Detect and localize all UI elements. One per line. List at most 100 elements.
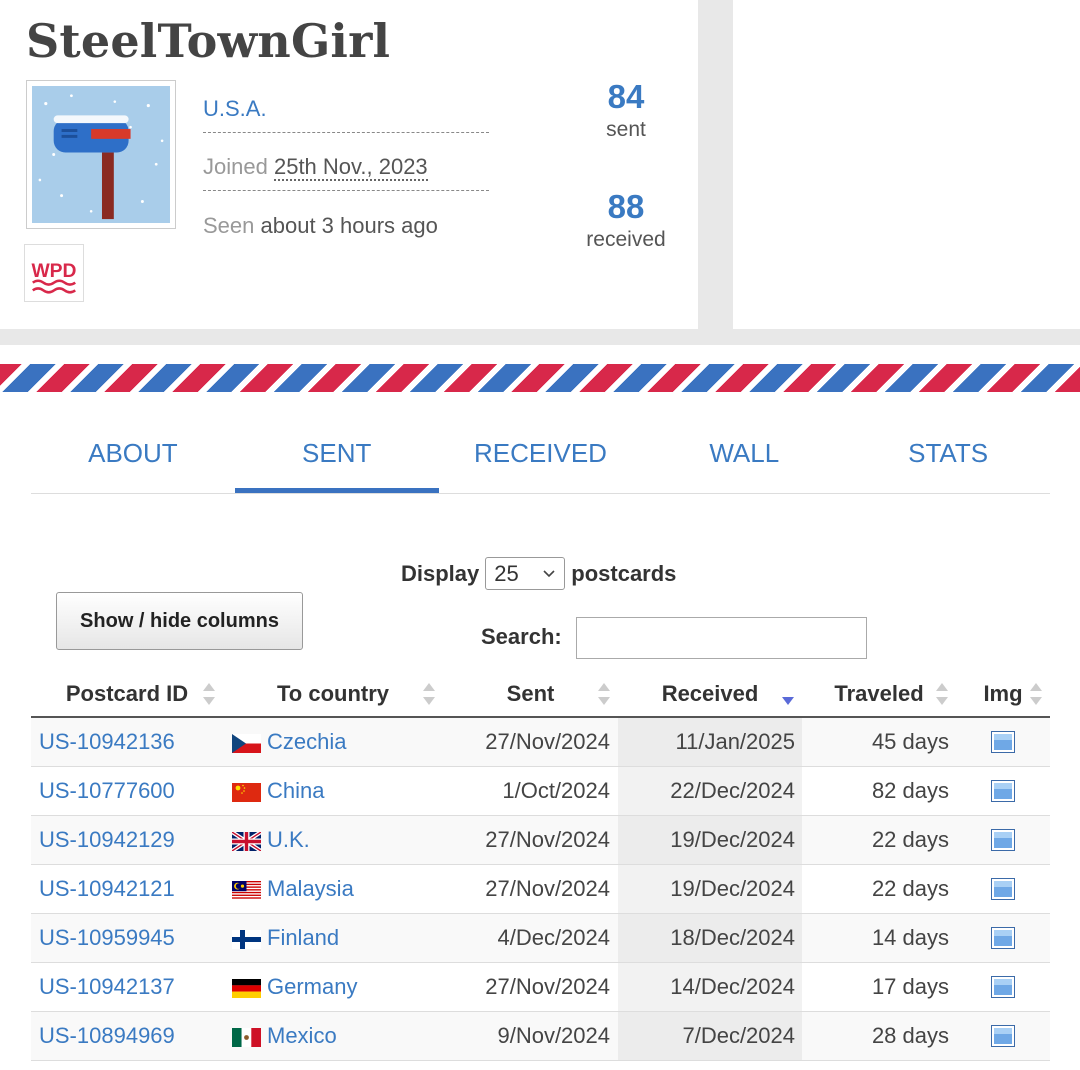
received-date: 19/Dec/2024 bbox=[618, 816, 802, 864]
table-row: US-10942129 U.K. 27/Nov/2024 19/Dec/2024 22 … bbox=[31, 816, 1050, 865]
received-count: 88 bbox=[607, 188, 645, 225]
country-link[interactable]: China bbox=[223, 767, 443, 815]
country-row: U.S.A. bbox=[203, 96, 489, 133]
country-link[interactable]: U.K. bbox=[223, 816, 443, 864]
table-row: US-10959945 Finland 4/Dec/2024 18/Dec/2024 1… bbox=[31, 914, 1050, 963]
tab-stats[interactable]: STATS bbox=[846, 414, 1050, 493]
side-card bbox=[733, 0, 1080, 329]
page-title: SteelTownGirl bbox=[26, 14, 391, 68]
tab-received[interactable]: RECEIVED bbox=[439, 414, 643, 493]
table-row: US-10942121 Malaysia 27/Nov/2024 19/Dec/202… bbox=[31, 865, 1050, 914]
country-link[interactable]: Malaysia bbox=[223, 865, 443, 913]
sent-label: sent bbox=[606, 118, 646, 141]
image-cell bbox=[956, 914, 1050, 962]
seen-label: Seen bbox=[203, 213, 255, 238]
profile-tabs: ABOUT SENT RECEIVED WALL STATS bbox=[31, 414, 1050, 494]
seen-row: Seen about 3 hours ago bbox=[203, 213, 489, 239]
fi-flag-icon bbox=[232, 929, 261, 949]
sent-stat[interactable]: 84 sent bbox=[566, 78, 686, 142]
postcard-id-link[interactable]: US-10942121 bbox=[31, 865, 223, 913]
image-cell bbox=[956, 963, 1050, 1011]
image-thumbnail-icon[interactable] bbox=[991, 927, 1015, 949]
image-cell bbox=[956, 865, 1050, 913]
search-input[interactable] bbox=[576, 617, 867, 659]
column-header-to-country[interactable]: To country bbox=[223, 672, 443, 716]
table-body: US-10942136 Czechia 27/Nov/2024 11/Jan/2025… bbox=[31, 718, 1050, 1061]
received-date: 19/Dec/2024 bbox=[618, 865, 802, 913]
image-cell bbox=[956, 816, 1050, 864]
postcards-table: Postcard ID To country Sent Received Tra… bbox=[31, 672, 1050, 1061]
image-cell bbox=[956, 1012, 1050, 1060]
country-link[interactable]: Czechia bbox=[223, 718, 443, 766]
wpd-badge-icon[interactable]: WPD bbox=[24, 244, 84, 302]
postcard-id-link[interactable]: US-10959945 bbox=[31, 914, 223, 962]
my-flag-icon bbox=[232, 880, 261, 900]
country-link[interactable]: U.S.A. bbox=[203, 96, 267, 121]
traveled-days: 82 days bbox=[871, 778, 949, 803]
display-count-select[interactable]: 25 bbox=[485, 557, 566, 590]
joined-label: Joined bbox=[203, 154, 268, 179]
postcard-id-link[interactable]: US-10942137 bbox=[31, 963, 223, 1011]
joined-row: Joined 25th Nov., 2023 bbox=[203, 154, 489, 191]
traveled-days: 22 days bbox=[871, 827, 949, 852]
image-thumbnail-icon[interactable] bbox=[991, 976, 1015, 998]
postcard-id-link[interactable]: US-10942136 bbox=[31, 718, 223, 766]
column-header-postcard-id[interactable]: Postcard ID bbox=[31, 672, 223, 716]
column-header-received[interactable]: Received bbox=[618, 672, 802, 716]
image-thumbnail-icon[interactable] bbox=[991, 731, 1015, 753]
sort-icon bbox=[598, 683, 610, 705]
sent-date: 27/Nov/2024 bbox=[485, 827, 610, 852]
sort-icon bbox=[936, 683, 948, 705]
postcard-id-link[interactable]: US-10777600 bbox=[31, 767, 223, 815]
tab-about[interactable]: ABOUT bbox=[31, 414, 235, 493]
image-thumbnail-icon[interactable] bbox=[991, 829, 1015, 851]
table-row: US-10942137 Germany 27/Nov/2024 14/Dec/2024… bbox=[31, 963, 1050, 1012]
country-link[interactable]: Mexico bbox=[223, 1012, 443, 1060]
cn-flag-icon bbox=[232, 782, 261, 802]
received-date: 7/Dec/2024 bbox=[618, 1012, 802, 1060]
sent-date: 27/Nov/2024 bbox=[485, 876, 610, 901]
table-row: US-10777600 China 1/Oct/2024 22/Dec/2024 82 … bbox=[31, 767, 1050, 816]
received-date: 14/Dec/2024 bbox=[618, 963, 802, 1011]
display-count-value: 25 bbox=[494, 560, 519, 586]
postcard-id-link[interactable]: US-10894969 bbox=[31, 1012, 223, 1060]
received-date: 18/Dec/2024 bbox=[618, 914, 802, 962]
sent-date: 27/Nov/2024 bbox=[485, 974, 610, 999]
sort-icon bbox=[423, 683, 435, 705]
country-link[interactable]: Germany bbox=[223, 963, 443, 1011]
de-flag-icon bbox=[232, 978, 261, 998]
mailbox-snow-avatar-icon bbox=[32, 86, 170, 223]
avatar[interactable] bbox=[26, 80, 176, 229]
sort-icon bbox=[1030, 683, 1042, 705]
column-header-img[interactable]: Img bbox=[956, 672, 1050, 716]
profile-card: SteelTownGirl WPD U.S.A. Joined 25th Nov… bbox=[0, 0, 698, 329]
table-row: US-10894969 Mexico 9/Nov/2024 7/Dec/2024 28 … bbox=[31, 1012, 1050, 1061]
column-header-traveled[interactable]: Traveled bbox=[802, 672, 956, 716]
tab-wall[interactable]: WALL bbox=[642, 414, 846, 493]
traveled-days: 28 days bbox=[871, 1023, 949, 1048]
received-stat[interactable]: 88 received bbox=[566, 188, 686, 252]
traveled-days: 22 days bbox=[871, 876, 949, 901]
postcard-id-link[interactable]: US-10942129 bbox=[31, 816, 223, 864]
received-date: 11/Jan/2025 bbox=[618, 718, 802, 766]
seen-value: about 3 hours ago bbox=[260, 213, 438, 238]
sent-date: 9/Nov/2024 bbox=[497, 1023, 610, 1048]
profile-header: SteelTownGirl WPD U.S.A. Joined 25th Nov… bbox=[0, 0, 1080, 345]
sort-icon bbox=[203, 683, 215, 705]
image-thumbnail-icon[interactable] bbox=[991, 878, 1015, 900]
traveled-days: 14 days bbox=[871, 925, 949, 950]
display-prefix: Display bbox=[401, 560, 480, 586]
image-cell bbox=[956, 767, 1050, 815]
traveled-days: 17 days bbox=[871, 974, 949, 999]
mx-flag-icon bbox=[232, 1027, 261, 1047]
tab-sent[interactable]: SENT bbox=[234, 414, 439, 493]
image-thumbnail-icon[interactable] bbox=[991, 780, 1015, 802]
column-header-sent[interactable]: Sent bbox=[443, 672, 618, 716]
country-link[interactable]: Finland bbox=[223, 914, 443, 962]
image-thumbnail-icon[interactable] bbox=[991, 1025, 1015, 1047]
image-cell bbox=[956, 718, 1050, 766]
display-suffix: postcards bbox=[571, 560, 677, 586]
sent-date: 1/Oct/2024 bbox=[502, 778, 610, 803]
search-label: Search: bbox=[481, 624, 562, 649]
show-hide-columns-button[interactable]: Show / hide columns bbox=[56, 592, 303, 650]
